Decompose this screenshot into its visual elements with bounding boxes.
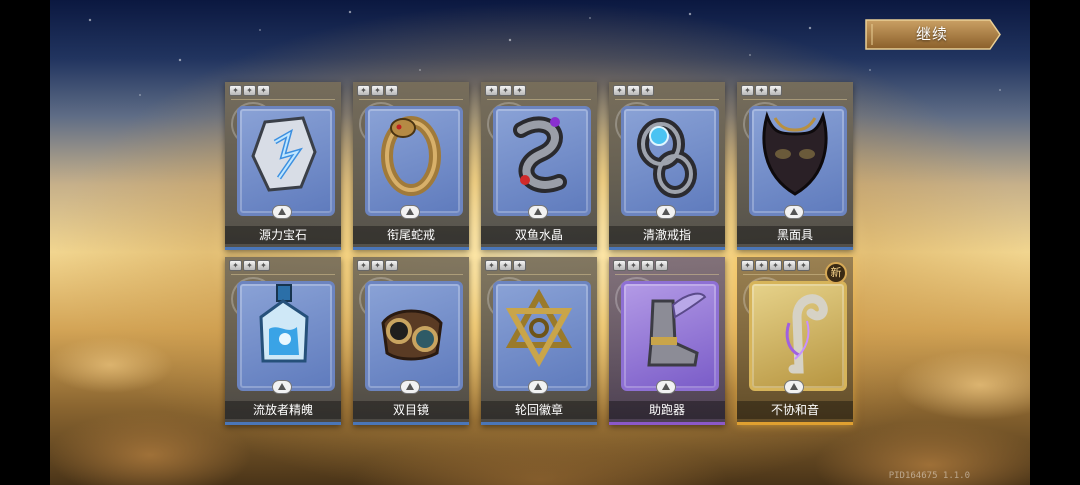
item-type-icon [656, 205, 676, 219]
item-card[interactable]: ✦ ✦ ✦ 黑面具 [737, 82, 853, 250]
item-name: 双目镜 [353, 401, 469, 419]
item-type-icon [272, 205, 292, 219]
item-name: 流放者精魄 [225, 401, 341, 419]
item-name: 双鱼水晶 [481, 226, 597, 244]
item-card[interactable]: ✦ ✦ ✦ 双鱼水晶 [481, 82, 597, 250]
item-name: 黑面具 [737, 226, 853, 244]
game-screen: 继续 ✦ ✦ ✦ 源力宝石 ✦ ✦ ✦ 衔尾蛇戒 ✦ ✦ ✦ 双鱼水晶 ✦ ✦ ✦ 清澈戒指 ✦ ✦ ✦ 黑面具 ✦ ✦ ✦… [50, 0, 1030, 485]
item-type-icon [400, 205, 420, 219]
item-name: 轮回徽章 [481, 401, 597, 419]
item-name: 清澈戒指 [609, 226, 725, 244]
item-name: 源力宝石 [225, 226, 341, 244]
item-card[interactable]: ✦ ✦ ✦ ✦ 助跑器 [609, 257, 725, 425]
item-type-icon [528, 205, 548, 219]
item-name: 不协和音 [737, 401, 853, 419]
new-badge: 新 [825, 262, 847, 284]
item-card[interactable]: ✦ ✦ ✦ ✦ ✦ 不协和音新 [737, 257, 853, 425]
item-card[interactable]: ✦ ✦ ✦ 清澈戒指 [609, 82, 725, 250]
item-type-icon [272, 380, 292, 394]
item-card[interactable]: ✦ ✦ ✦ 源力宝石 [225, 82, 341, 250]
item-card[interactable]: ✦ ✦ ✦ 双目镜 [353, 257, 469, 425]
item-card[interactable]: ✦ ✦ ✦ 衔尾蛇戒 [353, 82, 469, 250]
continue-button[interactable]: 继续 [862, 18, 1002, 51]
version-text: PID164675 1.1.0 [888, 471, 970, 481]
item-type-icon [784, 380, 804, 394]
item-name: 助跑器 [609, 401, 725, 419]
item-type-icon [656, 380, 676, 394]
item-type-icon [528, 380, 548, 394]
item-type-icon [784, 205, 804, 219]
continue-label: 继续 [915, 25, 948, 43]
item-name: 衔尾蛇戒 [353, 226, 469, 244]
item-type-icon [400, 380, 420, 394]
item-card[interactable]: ✦ ✦ ✦ 流放者精魄 [225, 257, 341, 425]
item-card[interactable]: ✦ ✦ ✦ 轮回徽章 [481, 257, 597, 425]
